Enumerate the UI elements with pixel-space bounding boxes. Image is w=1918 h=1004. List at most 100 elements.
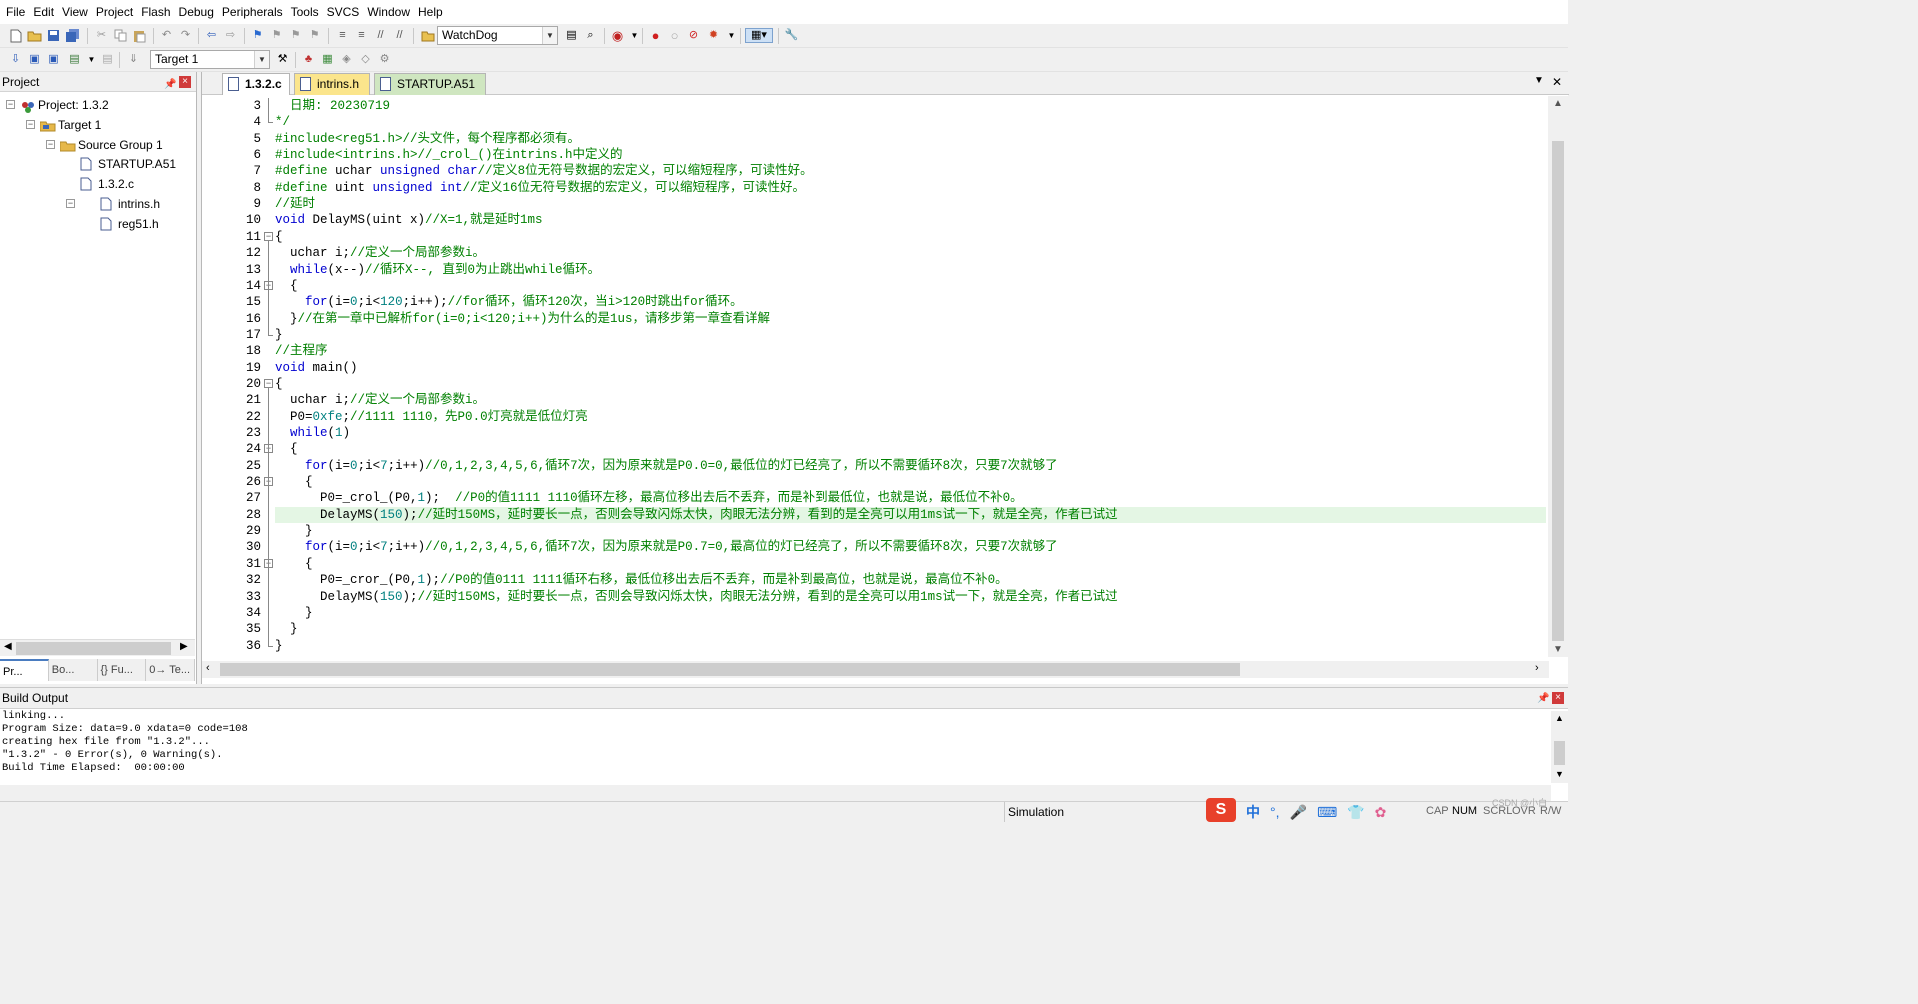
code-text-area[interactable]: 日期: 20230719 */#include<reg51.h>//头文件，每个程…: [275, 96, 1546, 657]
pack-installer-icon[interactable]: ◈: [339, 52, 354, 67]
enable-breakpoint-icon[interactable]: ○: [667, 28, 682, 43]
editor-hscrollbar[interactable]: ‹ ›: [202, 661, 1549, 678]
code-line[interactable]: #include<intrins.h>//_crol_()在intrins.h中…: [275, 147, 1546, 163]
menu-svcs[interactable]: SVCS: [323, 0, 364, 24]
code-line[interactable]: uchar i;//定义一个局部参数i。: [275, 392, 1546, 408]
pin-icon[interactable]: 📌: [164, 75, 176, 95]
find-in-files-icon[interactable]: [420, 28, 435, 43]
code-line[interactable]: }: [275, 621, 1546, 637]
indent-icon[interactable]: ≡: [335, 28, 350, 43]
window-layout-icon[interactable]: ▦▾: [745, 28, 773, 43]
menu-edit[interactable]: Edit: [29, 0, 58, 24]
scroll-thumb[interactable]: [1554, 741, 1565, 765]
collapse-icon[interactable]: −: [6, 100, 15, 109]
insert-breakpoint-icon[interactable]: ●: [648, 28, 663, 43]
menu-window[interactable]: Window: [363, 0, 414, 24]
close-icon[interactable]: ×: [179, 76, 191, 88]
code-line[interactable]: for(i=0;i<7;i++)//0,1,2,3,4,5,6,循环7次，因为原…: [275, 539, 1546, 555]
scroll-right-icon[interactable]: ▶: [180, 641, 188, 652]
fold-toggle-icon[interactable]: −: [264, 231, 273, 241]
menu-peripherals[interactable]: Peripherals: [218, 0, 287, 24]
scroll-up-icon[interactable]: ▲: [1555, 713, 1564, 723]
find-replace-icon[interactable]: ⌕: [583, 28, 598, 43]
disable-breakpoints-icon[interactable]: ⊘: [686, 28, 701, 43]
tree-target[interactable]: Target 1: [39, 115, 101, 135]
code-line[interactable]: P0=0xfe;//1111 1110，先P0.0灯亮就是低位灯亮: [275, 409, 1546, 425]
code-line[interactable]: }: [275, 523, 1546, 539]
tab-templates[interactable]: 0→ Te...: [146, 659, 195, 681]
code-line[interactable]: {: [275, 376, 1546, 392]
ime-language[interactable]: 中: [1246, 802, 1260, 822]
batch-dropdown-icon[interactable]: ▼: [84, 52, 99, 67]
code-line[interactable]: uchar i;//定义一个局部参数i。: [275, 245, 1546, 261]
prev-bookmark-icon[interactable]: ⚑: [269, 28, 284, 43]
punctuation-icon[interactable]: °,: [1270, 804, 1280, 820]
build-hscrollbar[interactable]: [0, 785, 1551, 802]
comment-icon[interactable]: //: [373, 28, 388, 43]
scroll-left-icon[interactable]: ‹: [206, 662, 210, 674]
toolbox-icon[interactable]: ✿: [1375, 804, 1387, 821]
tab-project[interactable]: Pr...: [0, 659, 49, 681]
code-line[interactable]: void main(): [275, 360, 1546, 376]
tab-dropdown-icon[interactable]: ▼: [1534, 75, 1544, 86]
editor-tab-main[interactable]: 1.3.2.c: [222, 73, 290, 95]
clear-bookmarks-icon[interactable]: ⚑: [307, 28, 322, 43]
code-line[interactable]: void DelayMS(uint x)//X=1,就是延时1ms: [275, 212, 1546, 228]
menu-flash[interactable]: Flash: [137, 0, 174, 24]
rebuild-icon[interactable]: ▣: [46, 52, 61, 67]
code-line[interactable]: {: [275, 278, 1546, 294]
code-line[interactable]: while(1): [275, 425, 1546, 441]
code-line[interactable]: }: [275, 638, 1546, 654]
code-line[interactable]: }: [275, 327, 1546, 343]
cut-icon[interactable]: ✂: [94, 28, 109, 43]
editor-tab-intrins[interactable]: intrins.h: [294, 73, 370, 95]
scroll-thumb[interactable]: [16, 642, 171, 655]
batch-build-icon[interactable]: ▤: [67, 52, 82, 67]
pin-icon[interactable]: 📌: [1537, 688, 1549, 709]
save-all-icon[interactable]: [65, 28, 80, 43]
scroll-down-icon[interactable]: ▼: [1553, 644, 1563, 655]
tab-functions[interactable]: {} Fu...: [98, 659, 147, 681]
code-line[interactable]: }: [275, 605, 1546, 621]
menu-help[interactable]: Help: [414, 0, 447, 24]
debug-session-icon[interactable]: ◉: [610, 28, 625, 43]
menu-tools[interactable]: Tools: [287, 0, 323, 24]
new-file-icon[interactable]: [8, 28, 23, 43]
code-line[interactable]: DelayMS(150);//延时150MS，延时要长一点，否则会导致闪烁太快，…: [275, 589, 1546, 605]
nav-forward-icon[interactable]: ⇨: [223, 28, 238, 43]
manage-components-icon[interactable]: ♣: [301, 52, 316, 67]
file-extensions-icon[interactable]: ▦: [320, 52, 335, 67]
fold-toggle-icon[interactable]: −: [264, 378, 273, 388]
tree-project-root[interactable]: Project: 1.3.2: [20, 95, 109, 115]
tree-file-reg51[interactable]: reg51.h: [100, 214, 159, 234]
redo-icon[interactable]: ↷: [178, 28, 193, 43]
tree-file-startup[interactable]: STARTUP.A51: [80, 154, 176, 174]
code-line[interactable]: {: [275, 229, 1546, 245]
code-line[interactable]: //延时: [275, 196, 1546, 212]
code-line[interactable]: {: [275, 441, 1546, 457]
close-icon[interactable]: ×: [1552, 692, 1564, 704]
code-line[interactable]: */: [275, 114, 1546, 130]
tree-file-main[interactable]: 1.3.2.c: [80, 174, 134, 194]
paste-icon[interactable]: [132, 28, 147, 43]
manage-rte-icon[interactable]: ⚙: [377, 52, 392, 67]
code-line[interactable]: for(i=0;i<120;i++);//for循环，循环120次，当i>120…: [275, 294, 1546, 310]
keyboard-icon[interactable]: ⌨: [1317, 804, 1337, 821]
unindent-icon[interactable]: ≡: [354, 28, 369, 43]
save-icon[interactable]: [46, 28, 61, 43]
scroll-down-icon[interactable]: ▼: [1555, 769, 1564, 779]
code-line[interactable]: for(i=0;i<7;i++)//0,1,2,3,4,5,6,循环7次，因为原…: [275, 458, 1546, 474]
scroll-left-icon[interactable]: ◀: [4, 641, 12, 652]
build-vscrollbar[interactable]: ▲ ▼: [1551, 711, 1568, 783]
bookmark-icon[interactable]: ⚑: [250, 28, 265, 43]
scroll-thumb[interactable]: [220, 663, 1240, 676]
select-packs-icon[interactable]: ◇: [358, 52, 373, 67]
code-line[interactable]: P0=_crol_(P0,1); //P0的值1111 1110循环左移，最高位…: [275, 490, 1546, 506]
build-target-combo[interactable]: Target 1 ▼: [150, 50, 270, 69]
code-line[interactable]: {: [275, 474, 1546, 490]
code-line[interactable]: #include<reg51.h>//头文件，每个程序都必须有。: [275, 131, 1546, 147]
scroll-thumb[interactable]: [1552, 141, 1564, 641]
code-line[interactable]: DelayMS(150);//延时150MS，延时要长一点，否则会导致闪烁太快，…: [275, 506, 1546, 523]
nav-back-icon[interactable]: ⇦: [204, 28, 219, 43]
copy-icon[interactable]: [113, 28, 128, 43]
